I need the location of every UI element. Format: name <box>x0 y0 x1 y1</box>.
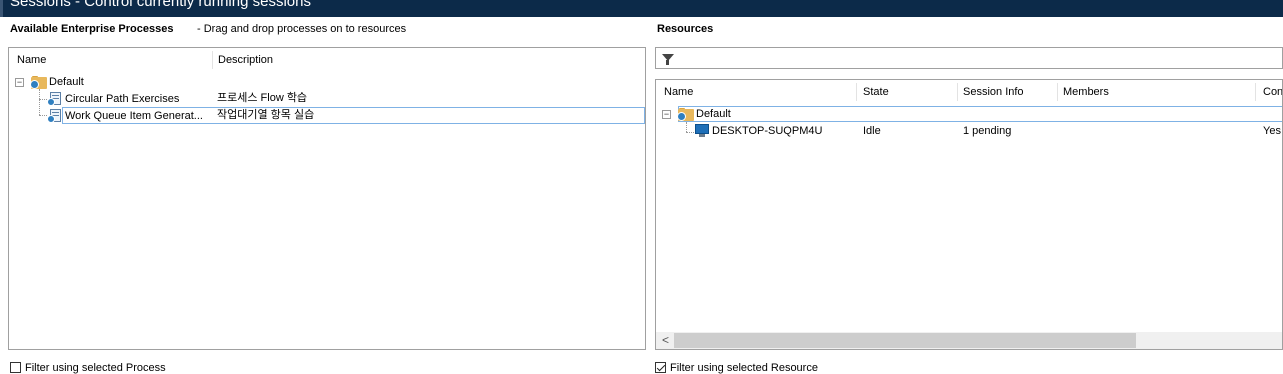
titlebar-edge <box>0 0 3 17</box>
column-header-connected[interactable]: Con <box>1257 80 1282 104</box>
tree-line <box>39 99 47 100</box>
window-title: Sessions - Control currently running ses… <box>10 0 311 10</box>
scroll-left-arrow-icon[interactable]: < <box>662 332 669 348</box>
tree-line <box>686 132 694 133</box>
checkbox-label: Filter using selected Resource <box>670 362 818 374</box>
filter-by-process-checkbox[interactable]: Filter using selected Process <box>10 362 166 374</box>
filter-icon-stem <box>666 60 669 65</box>
process-icon <box>47 92 63 106</box>
group-label-default[interactable]: Default <box>49 74 84 90</box>
column-header-name[interactable]: Name <box>11 48 214 72</box>
computer-icon <box>695 124 709 137</box>
tree-line <box>39 115 47 116</box>
column-separator[interactable] <box>1255 83 1256 101</box>
tree-line <box>686 122 687 132</box>
tree-line <box>39 89 40 115</box>
process-icon <box>47 109 63 123</box>
resource-name[interactable]: DESKTOP-SUQPM4U <box>712 123 822 139</box>
drag-drop-hint: - Drag and drop processes on to resource… <box>197 23 407 35</box>
process-name[interactable]: Work Queue Item Generat... <box>65 108 215 124</box>
checkbox-box[interactable] <box>655 362 666 373</box>
checkbox-label: Filter using selected Process <box>25 362 166 374</box>
resource-filter-bar[interactable] <box>655 47 1283 69</box>
process-description[interactable]: 작업대기열 항목 실습 <box>217 107 314 123</box>
resources-tree-panel[interactable]: Name State Session Info Members Con − De… <box>655 79 1283 350</box>
selected-resource-group-row[interactable] <box>678 106 1282 122</box>
column-header-name[interactable]: Name <box>658 80 858 104</box>
column-header-state[interactable]: State <box>857 80 957 104</box>
checkbox-box[interactable] <box>10 362 21 373</box>
resource-connected[interactable]: Yes - <box>1263 123 1282 139</box>
processes-heading: Available Enterprise Processes <box>10 23 174 35</box>
processes-tree-panel[interactable]: Name Description − Default Circular Path… <box>8 47 646 350</box>
window-titlebar: Sessions - Control currently running ses… <box>0 0 1283 17</box>
scrollbar-thumb[interactable] <box>674 333 1136 348</box>
resources-heading: Resources <box>657 23 714 35</box>
column-header-members[interactable]: Members <box>1057 80 1257 104</box>
folder-icon <box>30 76 47 89</box>
column-header-description[interactable]: Description <box>212 48 642 72</box>
collapse-toggle[interactable]: − <box>662 110 671 119</box>
column-header-session-info[interactable]: Session Info <box>957 80 1057 104</box>
folder-icon <box>677 108 694 121</box>
filter-by-resource-checkbox[interactable]: Filter using selected Resource <box>655 362 818 374</box>
group-label-default[interactable]: Default <box>696 106 731 122</box>
process-description[interactable]: 프로세스 Flow 학습 <box>217 90 307 106</box>
resource-session-info[interactable]: 1 pending <box>963 123 1011 139</box>
horizontal-scrollbar[interactable]: < <box>656 332 1282 349</box>
resource-state[interactable]: Idle <box>863 123 881 139</box>
process-name[interactable]: Circular Path Exercises <box>65 91 215 107</box>
collapse-toggle[interactable]: − <box>15 78 24 87</box>
